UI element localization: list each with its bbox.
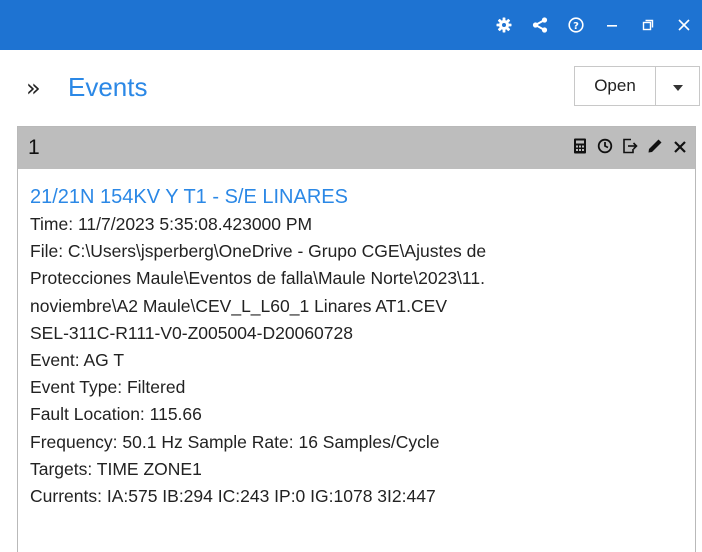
frequency-sample-rate: Frequency: 50.1 Hz Sample Rate: 16 Sampl… <box>30 431 440 452</box>
calculator-button[interactable] <box>569 137 591 159</box>
caret-down-icon <box>672 77 684 96</box>
targets: Targets: TIME ZONE1 <box>30 458 202 479</box>
restore-icon <box>642 19 654 31</box>
currents: Currents: IA:575 IB:294 IC:243 IP:0 IG:1… <box>30 485 436 506</box>
event-number: 1 <box>28 136 40 159</box>
close-icon <box>678 19 690 31</box>
export-icon <box>622 138 638 158</box>
pencil-icon <box>647 138 663 158</box>
event-type: Event Type: Filtered <box>30 377 186 398</box>
close-window-button[interactable] <box>666 0 702 50</box>
event-device-id: SEL-311C-R111-V0-Z005004-D20060728 <box>30 322 353 343</box>
settings-button[interactable] <box>486 0 522 50</box>
fault-location: Fault Location: 115.66 <box>30 404 202 425</box>
event-file-line-2: Protecciones Maule\Eventos de falla\Maul… <box>30 268 485 289</box>
double-chevron-right-icon: » <box>26 74 41 102</box>
minimize-button[interactable] <box>594 0 630 50</box>
help-icon: ? <box>568 17 584 33</box>
event-file-line-1: File: C:\Users\jsperberg\OneDrive - Grup… <box>30 241 487 262</box>
share-button[interactable] <box>522 0 558 50</box>
window-titlebar: ? <box>0 0 702 50</box>
edit-button[interactable] <box>644 137 666 159</box>
close-icon <box>673 139 687 158</box>
event-file-line-3: noviembre\A2 Maule\CEV_L_L60_1 Linares A… <box>30 295 448 316</box>
close-event-button[interactable] <box>669 137 691 159</box>
event-title-link[interactable]: 21/21N 154KV Y T1 - S/E LINARES <box>30 183 690 211</box>
open-button[interactable]: Open <box>574 66 656 106</box>
gear-icon <box>496 17 512 33</box>
window-controls: ? <box>486 0 702 50</box>
event-time: Time: 11/7/2023 5:35:08.423000 PM <box>30 214 313 234</box>
minimize-icon <box>606 19 618 31</box>
page-title: Events <box>68 72 148 102</box>
restore-button[interactable] <box>630 0 666 50</box>
expand-pane-button[interactable]: » <box>26 74 41 102</box>
open-dropdown-button[interactable] <box>656 66 700 106</box>
event-panel-header: 1 <box>18 127 695 169</box>
svg-text:?: ? <box>573 21 579 32</box>
event-panel-tools <box>566 127 691 169</box>
export-button[interactable] <box>619 137 641 159</box>
help-button[interactable]: ? <box>558 0 594 50</box>
share-icon <box>532 17 548 33</box>
event-type-code: Event: AG T <box>30 349 125 370</box>
clock-icon <box>597 138 613 158</box>
history-button[interactable] <box>594 137 616 159</box>
calculator-icon <box>573 138 587 158</box>
open-split-button: Open <box>574 66 700 106</box>
event-details: 21/21N 154KV Y T1 - S/E LINARES Time: 11… <box>30 183 690 510</box>
event-panel: 1 21/21N 154KV Y T1 - S/E LINARES Time: … <box>17 126 696 552</box>
